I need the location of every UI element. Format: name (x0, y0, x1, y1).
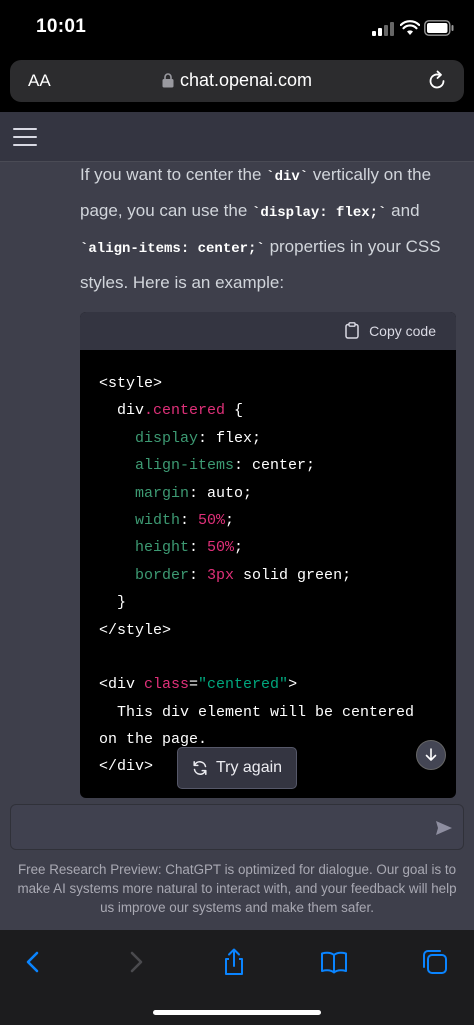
code-line: height: 50%; (99, 534, 456, 561)
code-token: = (189, 676, 199, 694)
code-token: : (189, 566, 208, 584)
code-token: 3px (207, 566, 235, 584)
answer-text: and (386, 201, 420, 220)
code-token: on the page. (99, 731, 208, 749)
address-bar[interactable]: AA chat.openai.com (10, 60, 464, 102)
code-line: This div element will be centered (99, 699, 456, 726)
code-token: height (99, 539, 190, 557)
code-line: display: flex; (99, 425, 456, 452)
try-again-button[interactable]: Try again (177, 747, 297, 789)
wifi-icon (400, 20, 420, 35)
status-bar: 10:01 (0, 0, 474, 56)
code-token: width (99, 511, 181, 529)
code-token: div (99, 402, 145, 420)
copy-code-label: Copy code (369, 322, 436, 339)
code-token: border (99, 566, 190, 584)
code-token: align-items (99, 457, 235, 475)
code-token: solid green; (234, 566, 352, 584)
url-field[interactable]: chat.openai.com (10, 70, 464, 91)
code-content: <style> div.centered { display: flex; al… (80, 350, 456, 781)
share-icon[interactable] (220, 948, 248, 976)
code-token: margin (99, 484, 190, 502)
code-token: class (144, 676, 190, 694)
code-token: <div (99, 676, 145, 694)
status-time: 10:01 (36, 16, 87, 37)
code-block: Copy code <style> div.centered { display… (80, 312, 456, 798)
tabs-icon[interactable] (421, 948, 449, 976)
code-token: } (99, 594, 127, 612)
code-token: .centered (144, 402, 226, 420)
code-token: : (180, 511, 199, 529)
code-token: : auto; (189, 484, 253, 502)
send-icon[interactable] (435, 819, 453, 837)
code-line: <style> (99, 370, 456, 397)
code-token: </div> (99, 758, 154, 776)
clipboard-icon (345, 322, 359, 339)
chat-top-bar (0, 112, 474, 162)
arrow-down-icon (425, 748, 437, 761)
answer-text: If you want to center the (80, 165, 267, 184)
back-icon[interactable] (19, 948, 47, 976)
code-token: ; (225, 511, 235, 529)
code-line: </style> (99, 617, 456, 644)
bookmarks-icon[interactable] (320, 948, 348, 976)
hamburger-menu-icon[interactable] (13, 128, 37, 146)
battery-icon (424, 20, 454, 36)
code-block-header: Copy code (80, 312, 456, 350)
code-line: margin: auto; (99, 480, 456, 507)
cellular-signal-icon (372, 22, 396, 36)
code-token: This div element will be centered (99, 703, 415, 721)
code-token: 50% (198, 511, 226, 529)
code-line: div.centered { (99, 397, 456, 424)
chat-page: If you want to center the `div` vertical… (0, 112, 474, 930)
code-token: : (189, 539, 208, 557)
code-token: 50% (207, 539, 235, 557)
disclaimer-text: Free Research Preview: ChatGPT is optimi… (17, 862, 457, 915)
try-again-label: Try again (215, 759, 283, 776)
lock-icon (162, 73, 174, 88)
code-token: : center; (234, 457, 316, 475)
home-indicator (153, 1010, 321, 1015)
assistant-message: If you want to center the `div` vertical… (80, 158, 450, 299)
inline-code: `div` (266, 169, 309, 185)
scroll-to-bottom-button[interactable] (416, 740, 446, 770)
code-token: : flex; (198, 429, 262, 447)
copy-code-button[interactable]: Copy code (345, 322, 436, 339)
url-text: chat.openai.com (179, 70, 313, 90)
message-input[interactable] (10, 804, 464, 850)
code-line: width: 50%; (99, 507, 456, 534)
code-line: border: 3px solid green; (99, 562, 456, 589)
code-line: } (99, 589, 456, 616)
refresh-icon (193, 761, 207, 775)
code-token: <style> (99, 375, 163, 392)
inline-code: `display: flex;` (252, 205, 387, 221)
code-token: display (99, 429, 199, 447)
code-line: align-items: center; (99, 452, 456, 479)
forward-icon[interactable] (122, 948, 150, 976)
reload-icon[interactable] (426, 70, 448, 92)
code-token: ; (234, 539, 244, 557)
code-token: > (288, 676, 298, 694)
code-line: <div class="centered"> (99, 671, 456, 698)
code-token: </style> (99, 621, 172, 639)
inline-code: `align-items: center;` (80, 241, 265, 257)
code-token: { (225, 402, 244, 420)
code-token: "centered" (198, 676, 289, 694)
